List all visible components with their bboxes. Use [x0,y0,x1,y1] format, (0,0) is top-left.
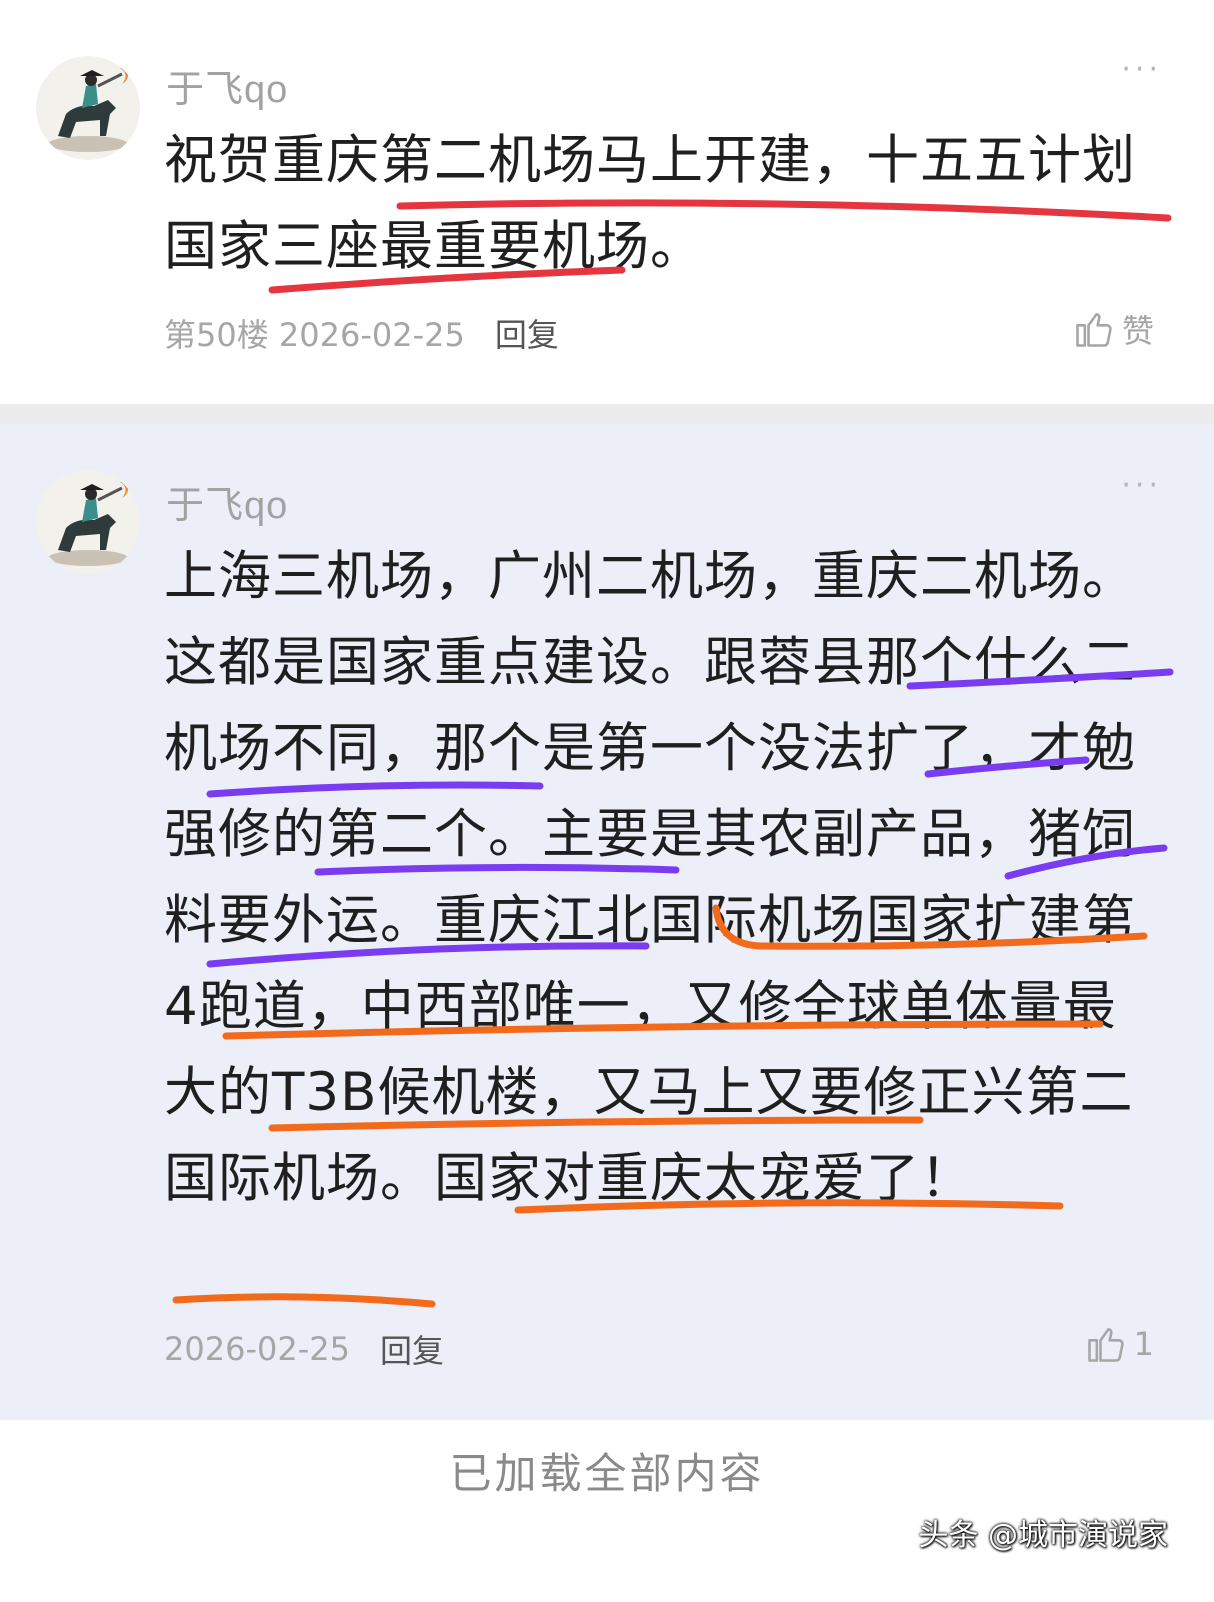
comment-card-highlighted: 于飞qo ··· 上海三机场，广州二机场，重庆二机场。这都是国家重点建设。跟蓉县… [0,424,1214,1420]
reply-button[interactable]: 回复 [495,310,559,356]
avatar[interactable] [36,56,140,160]
username[interactable]: 于飞qo [166,474,288,529]
avatar[interactable] [36,470,140,574]
like-count: 1 [1133,1325,1154,1363]
like-button[interactable]: 1 [1084,1322,1154,1366]
thumbs-up-icon [1076,313,1112,347]
like-label: 赞 [1121,312,1154,350]
username[interactable]: 于飞qo [166,58,288,113]
thumbs-up-icon [1087,1328,1124,1362]
reply-button[interactable]: 回复 [380,1326,444,1372]
all-loaded-status: 已加载全部内容 [449,1449,765,1498]
comment-meta: 第50楼 2026-02-25 回复 [164,310,559,356]
horse-rider-avatar-icon [48,66,129,152]
comment-text: 祝贺重庆第二机场马上开建，十五五计划国家三座最重要机场。 [164,130,1136,277]
more-dots-icon[interactable]: ··· [1121,52,1162,87]
horse-rider-avatar-icon [48,480,129,566]
comment-text: 上海三机场，广州二机场，重庆二机场。这都是国家重点建设。跟蓉县那个什么二机场不同… [164,546,1136,1209]
watermark: 头条 @城市演说家 [918,1518,1168,1553]
comment-date: 2026-02-25 [164,1330,350,1368]
like-button[interactable]: 赞 [1072,306,1154,352]
more-dots-icon[interactable]: ··· [1121,468,1162,503]
comment-card: 于飞qo ··· 祝贺重庆第二机场马上开建，十五五计划国家三座最重要机场。 第5… [0,0,1214,404]
card-divider [0,404,1214,424]
comment-meta: 2026-02-25 回复 [164,1326,444,1372]
floor-and-date: 第50楼 2026-02-25 [164,316,465,354]
